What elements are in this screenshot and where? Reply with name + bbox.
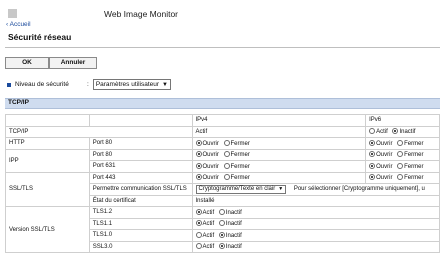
radio-button[interactable]	[195, 151, 202, 158]
section-header-bar	[5, 98, 440, 109]
radio-button[interactable]	[369, 139, 376, 146]
table-row: Version SSL/TLS TLS1.2 Actif Inactif	[5, 206, 440, 253]
radio-button[interactable]	[369, 151, 376, 158]
radio-button[interactable]	[397, 139, 404, 146]
row-sublabel: Port 80	[88, 137, 193, 150]
row-sublabel: Permettre communication SSL/TLS	[88, 183, 193, 196]
radio-button[interactable]	[195, 231, 202, 238]
radio-button[interactable]	[369, 162, 376, 169]
radio-label: Fermer	[404, 175, 424, 182]
radio-button[interactable]	[397, 151, 404, 158]
radio-label: Actif	[202, 232, 215, 239]
radio-button[interactable]	[195, 174, 202, 181]
radio-label: Fermer	[230, 175, 250, 182]
radio-label: Actif	[202, 221, 215, 228]
radio-label: Inactif	[399, 129, 416, 136]
radio-button[interactable]	[223, 174, 230, 181]
logo-icon	[8, 9, 17, 18]
radio-button[interactable]	[397, 162, 404, 169]
row-sublabel: SSL3.0	[88, 240, 193, 253]
radio-button[interactable]	[218, 208, 225, 215]
radio-button[interactable]	[369, 174, 376, 181]
radio-label: Ouvrir	[376, 163, 393, 170]
radio-label: Fermer	[404, 152, 424, 159]
radio-button[interactable]	[223, 162, 230, 169]
row-sublabel: Port 631	[88, 160, 193, 173]
row-label: HTTP	[5, 137, 90, 150]
row-label: IPP	[5, 148, 90, 173]
tcpip-settings-table: IPv4 IPv6 TCP/IP Actif Actif Inactif HTT…	[5, 114, 440, 253]
ok-button[interactable]: OK	[5, 57, 49, 69]
radio-label: Ouvrir	[376, 152, 393, 159]
radio-label: Inactif	[225, 221, 242, 228]
chevron-down-icon: ▼	[162, 81, 168, 88]
page-title: Sécurité réseau	[8, 32, 72, 42]
table-row: IPP Port 80 Ouvrir Fermer Ouvrir Fermer	[5, 148, 440, 173]
radio-label: Ouvrir	[202, 163, 219, 170]
security-level-label: Niveau de sécurité	[15, 81, 69, 88]
app-header: Web Image Monitor	[0, 0, 440, 28]
table-row: SSL/TLS Port 443 Ouvrir Fermer Ouvrir Fe…	[5, 171, 440, 207]
radio-label: Actif	[202, 244, 215, 251]
radio-label: Fermer	[230, 163, 250, 170]
radio-button[interactable]	[218, 243, 225, 250]
radio-button[interactable]	[392, 128, 399, 135]
radio-button[interactable]	[195, 220, 202, 227]
security-level-colon: :	[87, 81, 89, 88]
security-level-row: Niveau de sécurité : Paramètres utilisat…	[7, 79, 171, 90]
col-ipv4-header: IPv4	[191, 114, 367, 127]
radio-button[interactable]	[218, 220, 225, 227]
section-title: TCP/IP	[8, 99, 29, 106]
radio-button[interactable]	[195, 243, 202, 250]
ssl-communication-select[interactable]: Cryptogramme/Texte en clair ▼	[195, 184, 287, 194]
security-level-select[interactable]: Paramètres utilisateur ▼	[92, 79, 171, 90]
table-row: TCP/IP Actif Actif Inactif	[5, 125, 440, 138]
radio-label: Fermer	[404, 140, 424, 147]
col-ipv6-header: IPv6	[365, 114, 440, 127]
title-divider	[5, 47, 440, 48]
radio-button[interactable]	[369, 128, 376, 135]
radio-label: Ouvrir	[202, 140, 219, 147]
row-sublabel: État du certificat	[88, 194, 193, 207]
ipv4-status: Actif	[191, 125, 367, 138]
row-sublabel: Port 80	[88, 148, 193, 161]
radio-button[interactable]	[195, 208, 202, 215]
row-sublabel: TLS1.2	[88, 206, 193, 219]
select-value: Cryptogramme/Texte en clair	[198, 186, 276, 193]
radio-label: Actif	[376, 129, 388, 136]
row-label: TCP/IP	[5, 125, 193, 138]
radio-button[interactable]	[195, 162, 202, 169]
radio-label: Actif	[202, 209, 215, 216]
radio-label: Ouvrir	[202, 175, 219, 182]
radio-button[interactable]	[195, 139, 202, 146]
radio-label: Inactif	[225, 232, 242, 239]
radio-label: Inactif	[225, 244, 242, 251]
hint-text: Pour sélectionner [Cryptogramme uniqueme…	[293, 186, 425, 193]
cancel-button[interactable]: Annuler	[49, 57, 97, 69]
table-row: HTTP Port 80 Ouvrir Fermer Ouvrir Fermer	[5, 137, 440, 150]
radio-label: Ouvrir	[376, 175, 393, 182]
radio-button[interactable]	[397, 174, 404, 181]
radio-label: Fermer	[230, 140, 250, 147]
radio-button[interactable]	[223, 139, 230, 146]
radio-button[interactable]	[223, 151, 230, 158]
app-title: Web Image Monitor	[104, 9, 179, 19]
radio-label: Ouvrir	[202, 152, 219, 159]
radio-label: Fermer	[404, 163, 424, 170]
radio-label: Fermer	[230, 152, 250, 159]
radio-button[interactable]	[218, 231, 225, 238]
table-header-row: IPv4 IPv6	[5, 114, 440, 127]
row-sublabel: TLS1.1	[88, 217, 193, 230]
row-label: SSL/TLS	[5, 171, 90, 207]
row-sublabel: TLS1.0	[88, 229, 193, 242]
row-sublabel: Port 443	[88, 171, 193, 184]
security-level-value: Paramètres utilisateur	[95, 81, 160, 88]
bullet-icon	[7, 82, 11, 87]
radio-label: Ouvrir	[376, 140, 393, 147]
radio-label: Inactif	[225, 209, 242, 216]
row-label: Version SSL/TLS	[5, 206, 90, 253]
certificate-status: Installé	[191, 194, 440, 207]
back-home-link[interactable]: ‹ Accueil	[6, 21, 31, 28]
chevron-down-icon: ▼	[278, 186, 284, 193]
